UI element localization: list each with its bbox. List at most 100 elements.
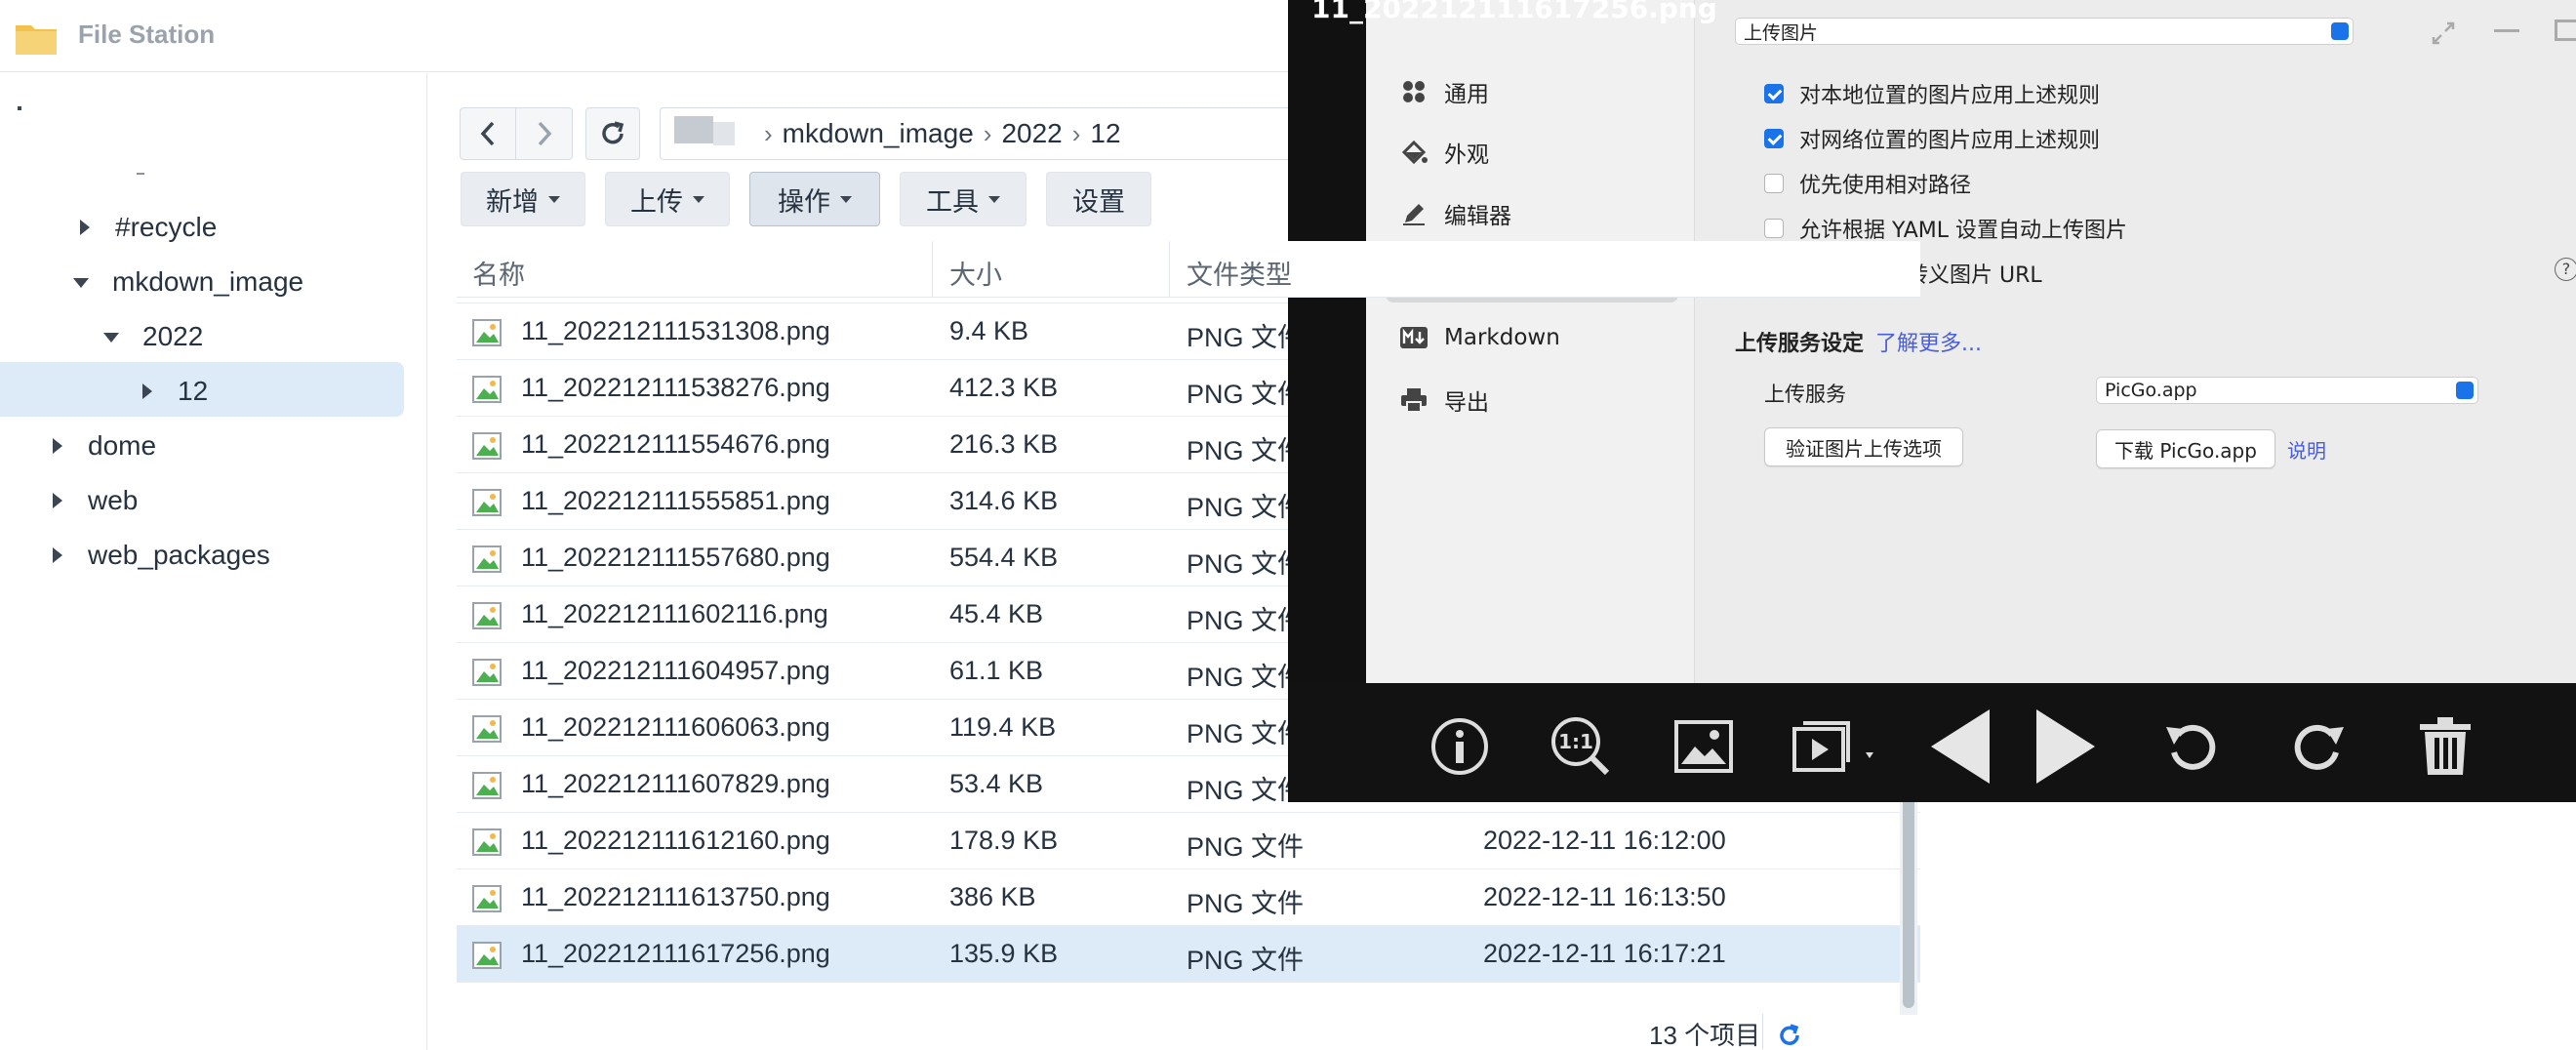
cell-type: PNG 文件 (1187, 719, 1305, 748)
delete-button[interactable] (2410, 707, 2480, 786)
expand-arrow-icon[interactable] (49, 437, 66, 455)
expand-arrow-icon[interactable] (139, 383, 156, 400)
option-relative-path[interactable]: 优先使用相对路径 (1764, 168, 1971, 199)
next-button[interactable] (2026, 707, 2104, 786)
settings-button[interactable]: 设置 (1046, 172, 1151, 226)
tree-item-2022[interactable]: 2022 (103, 309, 203, 364)
refresh-icon[interactable] (1776, 1022, 1803, 1049)
cell-name: 11_202212111607829.png (521, 769, 830, 798)
zoom-actual-size-button[interactable]: 1:1 (1546, 707, 1616, 786)
info-icon (1431, 718, 1488, 775)
rotate-right-button[interactable] (2283, 707, 2354, 786)
image-file-icon (472, 376, 502, 403)
cell-name: 11_202212111531308.png (521, 316, 830, 345)
option-label: 对本地位置的图片应用上述规则 (1799, 84, 2101, 108)
prefs-item-general[interactable]: 通用 (1386, 64, 1678, 119)
tools-button[interactable]: 工具 (900, 172, 1026, 226)
slideshow-button[interactable] (1790, 707, 1887, 786)
cell-name: 11_202212111617256.png (521, 939, 830, 968)
table-row[interactable]: 11_202212111613750.png 386 KB PNG 文件 2022-1… (457, 869, 1920, 926)
table-row[interactable]: 11_202212111617256.png 135.9 KB PNG 文件 2022… (457, 926, 1920, 983)
prefs-item-markdown[interactable]: Markdown (1386, 310, 1678, 365)
upload-service-select[interactable]: PicGo.app (2096, 377, 2478, 404)
server-thumbnail-icon (666, 108, 754, 159)
prefs-item-editor[interactable]: 编辑器 (1386, 186, 1678, 241)
explain-link[interactable]: 说明 (2287, 435, 2326, 464)
preferences-screenshot: 通用 外观 编辑器 图像 (1366, 0, 2576, 683)
tree-item-label: mkdown_image (112, 266, 304, 297)
refresh-button[interactable] (585, 107, 640, 160)
cell-type: PNG 文件 (1187, 323, 1305, 352)
cell-type: PNG 文件 (1187, 832, 1305, 862)
tree-item-mkdown-image[interactable]: mkdown_image (73, 255, 303, 309)
tree-item-web-packages[interactable]: web_packages (49, 528, 270, 583)
select-arrows-icon (2456, 382, 2474, 399)
breadcrumb-separator: › (1071, 118, 1081, 148)
checkbox[interactable] (1764, 84, 1784, 103)
breadcrumb-12[interactable]: 12 (1090, 118, 1120, 149)
tree-item-12[interactable]: 12 (139, 364, 208, 419)
option-local-images[interactable]: 对本地位置的图片应用上述规则 (1764, 78, 2100, 109)
folder-icon (16, 25, 57, 55)
checkbox[interactable] (1764, 129, 1784, 148)
prefs-item-label: 外观 (1444, 142, 1489, 168)
learn-more-link[interactable]: 了解更多... (1875, 326, 1982, 357)
option-yaml-upload[interactable]: 允许根据 YAML 设置自动上传图片 (1764, 213, 2127, 244)
restore-icon[interactable] (2555, 20, 2576, 41)
expand-arrow-icon[interactable] (49, 546, 66, 564)
cell-name: 11_202212111602116.png (521, 599, 828, 628)
tree-item-recycle[interactable]: #recycle (76, 200, 217, 255)
expand-arrow-icon[interactable] (49, 492, 66, 509)
minimize-icon[interactable] (2494, 29, 2519, 32)
upload-action-select[interactable]: 上传图片 (1735, 18, 2354, 45)
fullscreen-icon[interactable] (2430, 20, 2457, 47)
new-button[interactable]: 新增 (461, 172, 585, 226)
upload-button[interactable]: 上传 (605, 172, 730, 226)
settings-button-label: 设置 (1072, 186, 1125, 217)
image-file-icon (472, 942, 502, 969)
back-button[interactable] (460, 107, 516, 160)
slideshow-icon (1792, 721, 1873, 772)
zoom-actual-size-icon: 1:1 (1551, 717, 1610, 776)
column-header-name[interactable]: 名称 (472, 254, 525, 292)
action-button[interactable]: 操作 (749, 172, 880, 226)
column-header-type[interactable]: 文件类型 (1187, 254, 1292, 292)
cell-name: 11_202212111613750.png (521, 882, 830, 911)
thumbnails-button[interactable] (1669, 707, 1739, 786)
prefs-item-export[interactable]: 导出 (1386, 373, 1678, 427)
prefs-item-label: 通用 (1444, 82, 1489, 107)
checkbox[interactable] (1764, 174, 1784, 193)
table-row[interactable]: 11_202212111612160.png 178.9 KB PNG 文件 2022… (457, 813, 1920, 869)
checkbox[interactable] (1764, 219, 1784, 238)
tree-item-label: web_packages (88, 540, 270, 570)
previous-button[interactable] (1922, 707, 2000, 786)
collapse-arrow-icon[interactable] (73, 273, 91, 291)
download-picgo-button[interactable]: 下载 PicGo.app (2096, 429, 2275, 468)
cell-size: 314.6 KB (949, 486, 1059, 515)
previous-icon (1931, 709, 1990, 784)
collapse-arrow-icon[interactable] (103, 328, 121, 345)
cell-type: PNG 文件 (1187, 663, 1305, 692)
viewer-filename: 11_202212111617256.png (1311, 0, 1717, 24)
breadcrumb-mkdown-image[interactable]: mkdown_image (783, 118, 974, 149)
tree-item-dome[interactable]: dome (49, 419, 156, 473)
image-viewer: 通用 外观 编辑器 图像 (1288, 0, 2576, 802)
zoom-text: 1:1 (1558, 730, 1593, 753)
info-button[interactable] (1425, 707, 1495, 786)
image-file-icon (472, 432, 502, 460)
help-icon[interactable]: ? (2555, 258, 2576, 281)
action-button-label: 操作 (778, 186, 830, 217)
prefs-item-appearance[interactable]: 外观 (1386, 125, 1678, 180)
option-network-images[interactable]: 对网络位置的图片应用上述规则 (1764, 123, 2100, 154)
upload-service-label: 上传服务 (1764, 383, 1846, 406)
breadcrumb-separator: › (764, 118, 773, 148)
column-header-size[interactable]: 大小 (949, 254, 1002, 292)
verify-upload-button[interactable]: 验证图片上传选项 (1764, 427, 1963, 466)
tree-item-web[interactable]: web (49, 473, 138, 528)
cell-modified: 2022-12-11 16:12:00 (1483, 826, 1726, 855)
rotate-left-button[interactable] (2156, 707, 2227, 786)
forward-button[interactable] (516, 107, 573, 160)
preferences-content: 上传图片 对本地位置的图片应用上述规则 对网络位置的图片应用上述规则 优先使用相… (1696, 0, 2576, 683)
breadcrumb-2022[interactable]: 2022 (1001, 118, 1062, 149)
expand-arrow-icon[interactable] (76, 219, 94, 236)
